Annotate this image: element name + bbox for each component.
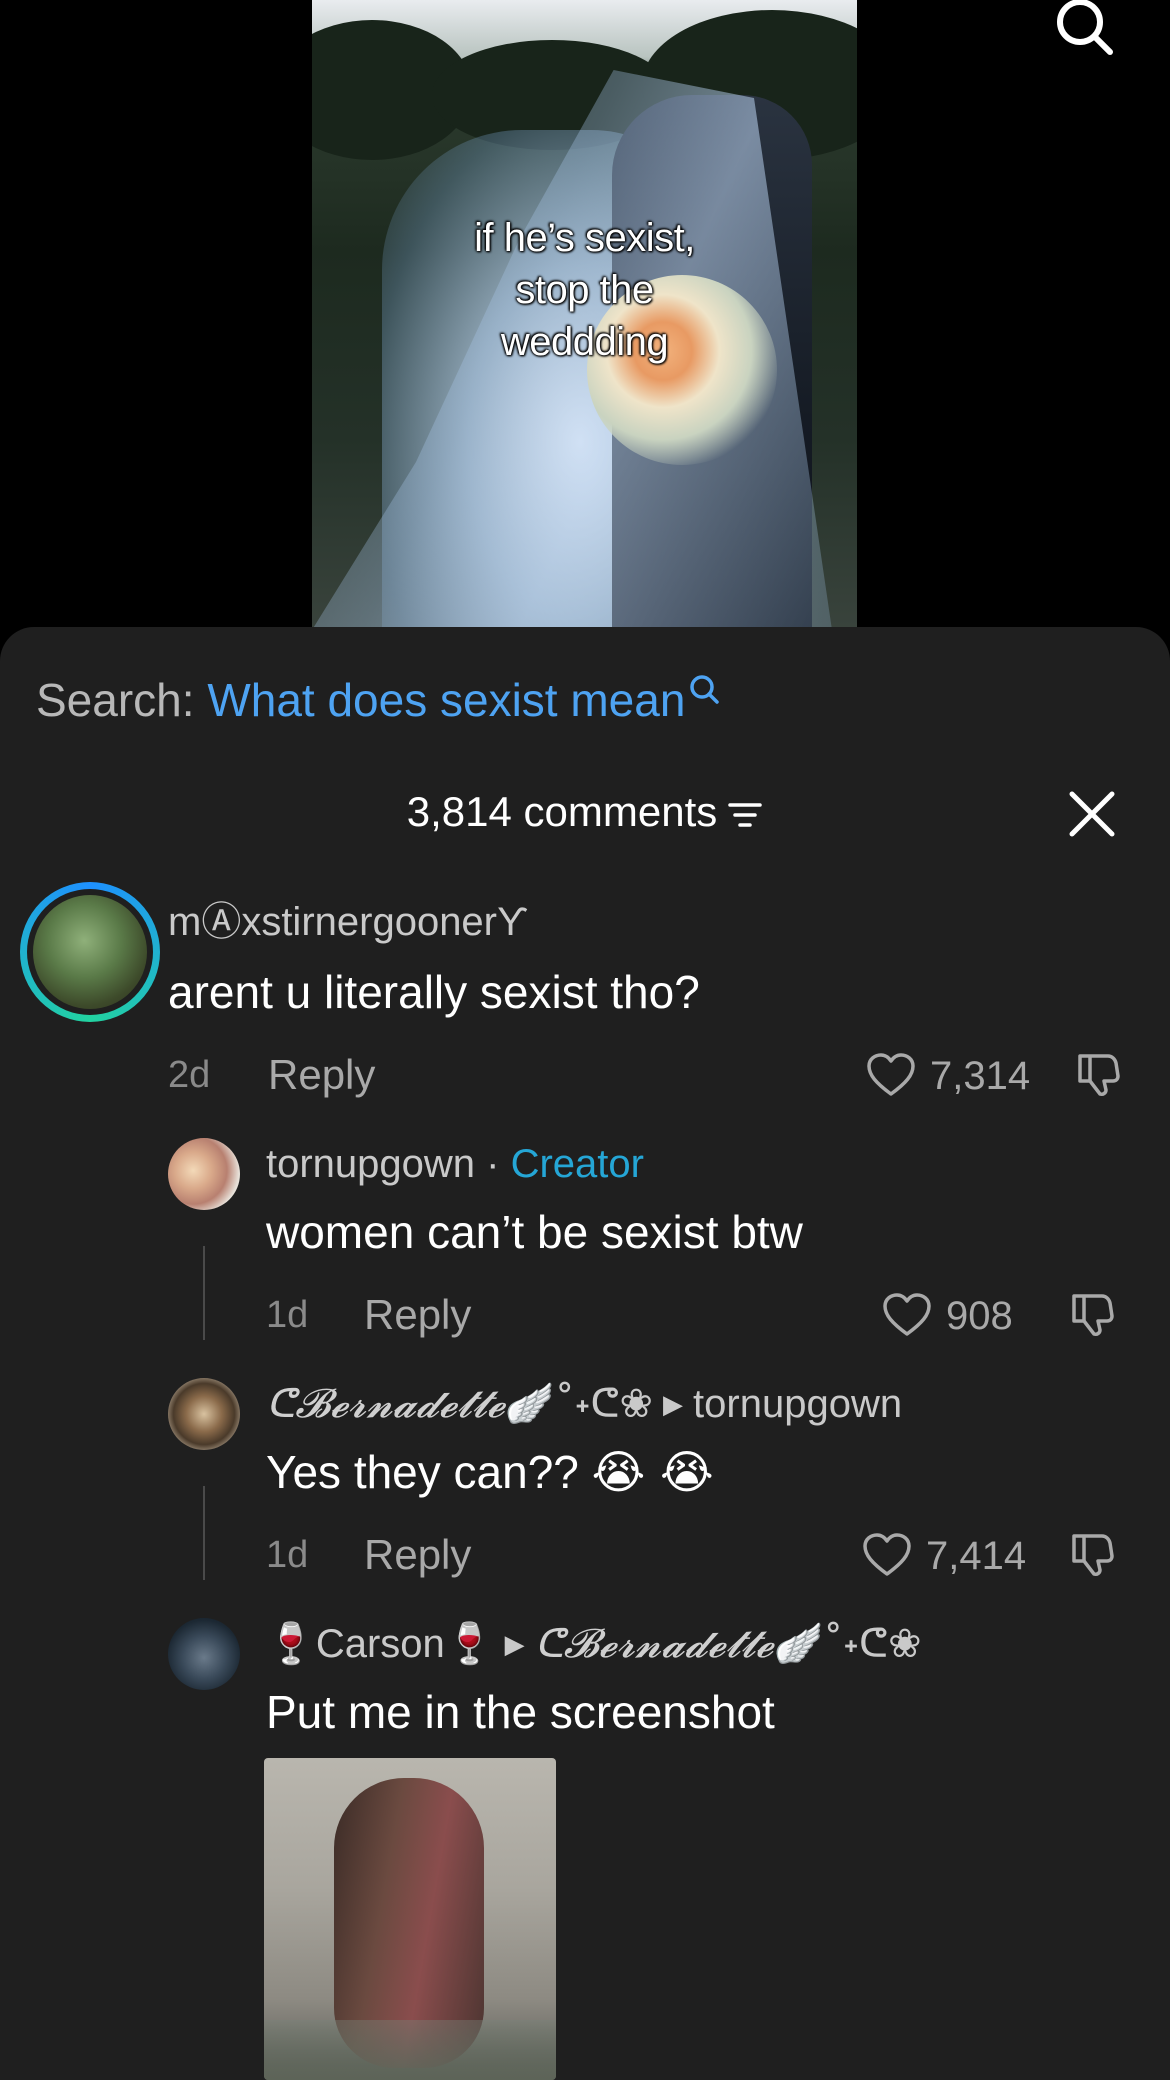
reply-to-username[interactable]: ᕦ𝓑𝓮𝓻𝓷𝓪𝓭𝓮𝓽𝓽𝓮 bbox=[535, 1621, 774, 1667]
comment-text: Yes they can?? 😭 😭 bbox=[266, 1444, 714, 1500]
search-small-icon bbox=[690, 675, 720, 704]
reply-arrow-icon: ▶ bbox=[663, 1389, 684, 1419]
dislike-icon[interactable] bbox=[1068, 1530, 1116, 1578]
comment-text-body: Yes they can?? bbox=[266, 1446, 579, 1498]
creator-badge: Creator bbox=[510, 1142, 644, 1186]
avatar[interactable] bbox=[20, 882, 160, 1022]
dislike-icon[interactable] bbox=[1068, 1290, 1116, 1338]
username-text[interactable]: tornupgown bbox=[266, 1142, 475, 1186]
sort-filter-icon[interactable] bbox=[727, 799, 763, 831]
caption-line: stop the bbox=[515, 268, 654, 312]
comments-count: 3,814 comments bbox=[406, 788, 718, 835]
comment-username[interactable]: tornupgown · Creator bbox=[266, 1140, 644, 1188]
comment-age: 1d bbox=[266, 1294, 309, 1336]
heart-icon[interactable] bbox=[862, 1532, 912, 1578]
caption-line: weddding bbox=[500, 320, 669, 364]
caption-line: if he’s sexist, bbox=[474, 216, 695, 260]
like-count: 908 bbox=[946, 1294, 1013, 1338]
avatar[interactable] bbox=[168, 1138, 240, 1210]
comment-age: 2d bbox=[168, 1054, 211, 1096]
reply-button[interactable]: Reply bbox=[364, 1290, 471, 1340]
thread-line bbox=[203, 1246, 205, 1340]
reply-to-username[interactable]: tornupgown bbox=[693, 1382, 902, 1426]
username-text[interactable]: Carson bbox=[316, 1622, 445, 1666]
comment-text: Put me in the screenshot bbox=[266, 1686, 775, 1738]
thread-line bbox=[203, 1486, 205, 1580]
avatar[interactable] bbox=[168, 1378, 240, 1450]
comments-sheet bbox=[0, 627, 1170, 2080]
username-deco: 🪽˚˖ᕦ❀ bbox=[773, 1621, 922, 1667]
username-text[interactable]: ᕦ𝓑𝓮𝓻𝓷𝓪𝓭𝓮𝓽𝓽𝓮 bbox=[266, 1381, 505, 1427]
search-suggestion[interactable]: Search: What does sexist mean bbox=[36, 672, 721, 728]
search-query-link[interactable]: What does sexist mean bbox=[207, 674, 685, 726]
crying-emoji: 😭 😭 bbox=[591, 1445, 714, 1499]
like-count: 7,314 bbox=[930, 1054, 1031, 1098]
username-text[interactable]: mⒶxstirnergooner bbox=[168, 900, 497, 944]
username-separator: · bbox=[475, 1142, 511, 1186]
dislike-icon[interactable] bbox=[1074, 1050, 1122, 1098]
reply-arrow-icon: ▶ bbox=[504, 1629, 525, 1659]
comment-image-attachment[interactable] bbox=[264, 1758, 556, 2080]
comment-text: arent u literally sexist tho? bbox=[168, 966, 700, 1018]
comment-username[interactable]: ᕦ𝓑𝓮𝓻𝓷𝓪𝓭𝓮𝓽𝓽𝓮🪽˚˖ᕦ❀ ▶ tornupgown bbox=[266, 1380, 902, 1428]
reply-button[interactable]: Reply bbox=[268, 1050, 375, 1100]
comment-username[interactable]: 🍷Carson🍷 ▶ ᕦ𝓑𝓮𝓻𝓷𝓪𝓭𝓮𝓽𝓽𝓮🪽˚˖ᕦ❀ bbox=[266, 1620, 922, 1668]
comments-header: 3,814 comments bbox=[0, 786, 1170, 838]
wine-glass-icon: 🍷 bbox=[266, 1621, 316, 1667]
username-deco: 🪽˚˖ᕦ❀ bbox=[504, 1381, 654, 1427]
video-caption: if he’s sexist, stop the weddding bbox=[312, 212, 857, 368]
like-count: 7,414 bbox=[926, 1534, 1027, 1578]
reply-button[interactable]: Reply bbox=[364, 1530, 471, 1580]
search-icon[interactable] bbox=[1052, 0, 1116, 60]
search-label: Search: bbox=[36, 674, 195, 726]
heart-icon[interactable] bbox=[882, 1292, 932, 1338]
close-icon[interactable] bbox=[1066, 788, 1118, 840]
comment-username[interactable]: mⒶxstirnergoonerϒ bbox=[168, 898, 528, 946]
comment-text: women can’t be sexist btw bbox=[266, 1206, 803, 1258]
heart-icon[interactable] bbox=[866, 1052, 916, 1098]
landscape-ground bbox=[264, 2020, 556, 2080]
wine-glass-icon: 🍷 bbox=[444, 1621, 495, 1667]
video-preview[interactable]: if he’s sexist, stop the weddding bbox=[312, 0, 857, 627]
avatar[interactable] bbox=[168, 1618, 240, 1690]
comment-age: 1d bbox=[266, 1534, 309, 1576]
username-suffix: ϒ bbox=[497, 900, 528, 944]
